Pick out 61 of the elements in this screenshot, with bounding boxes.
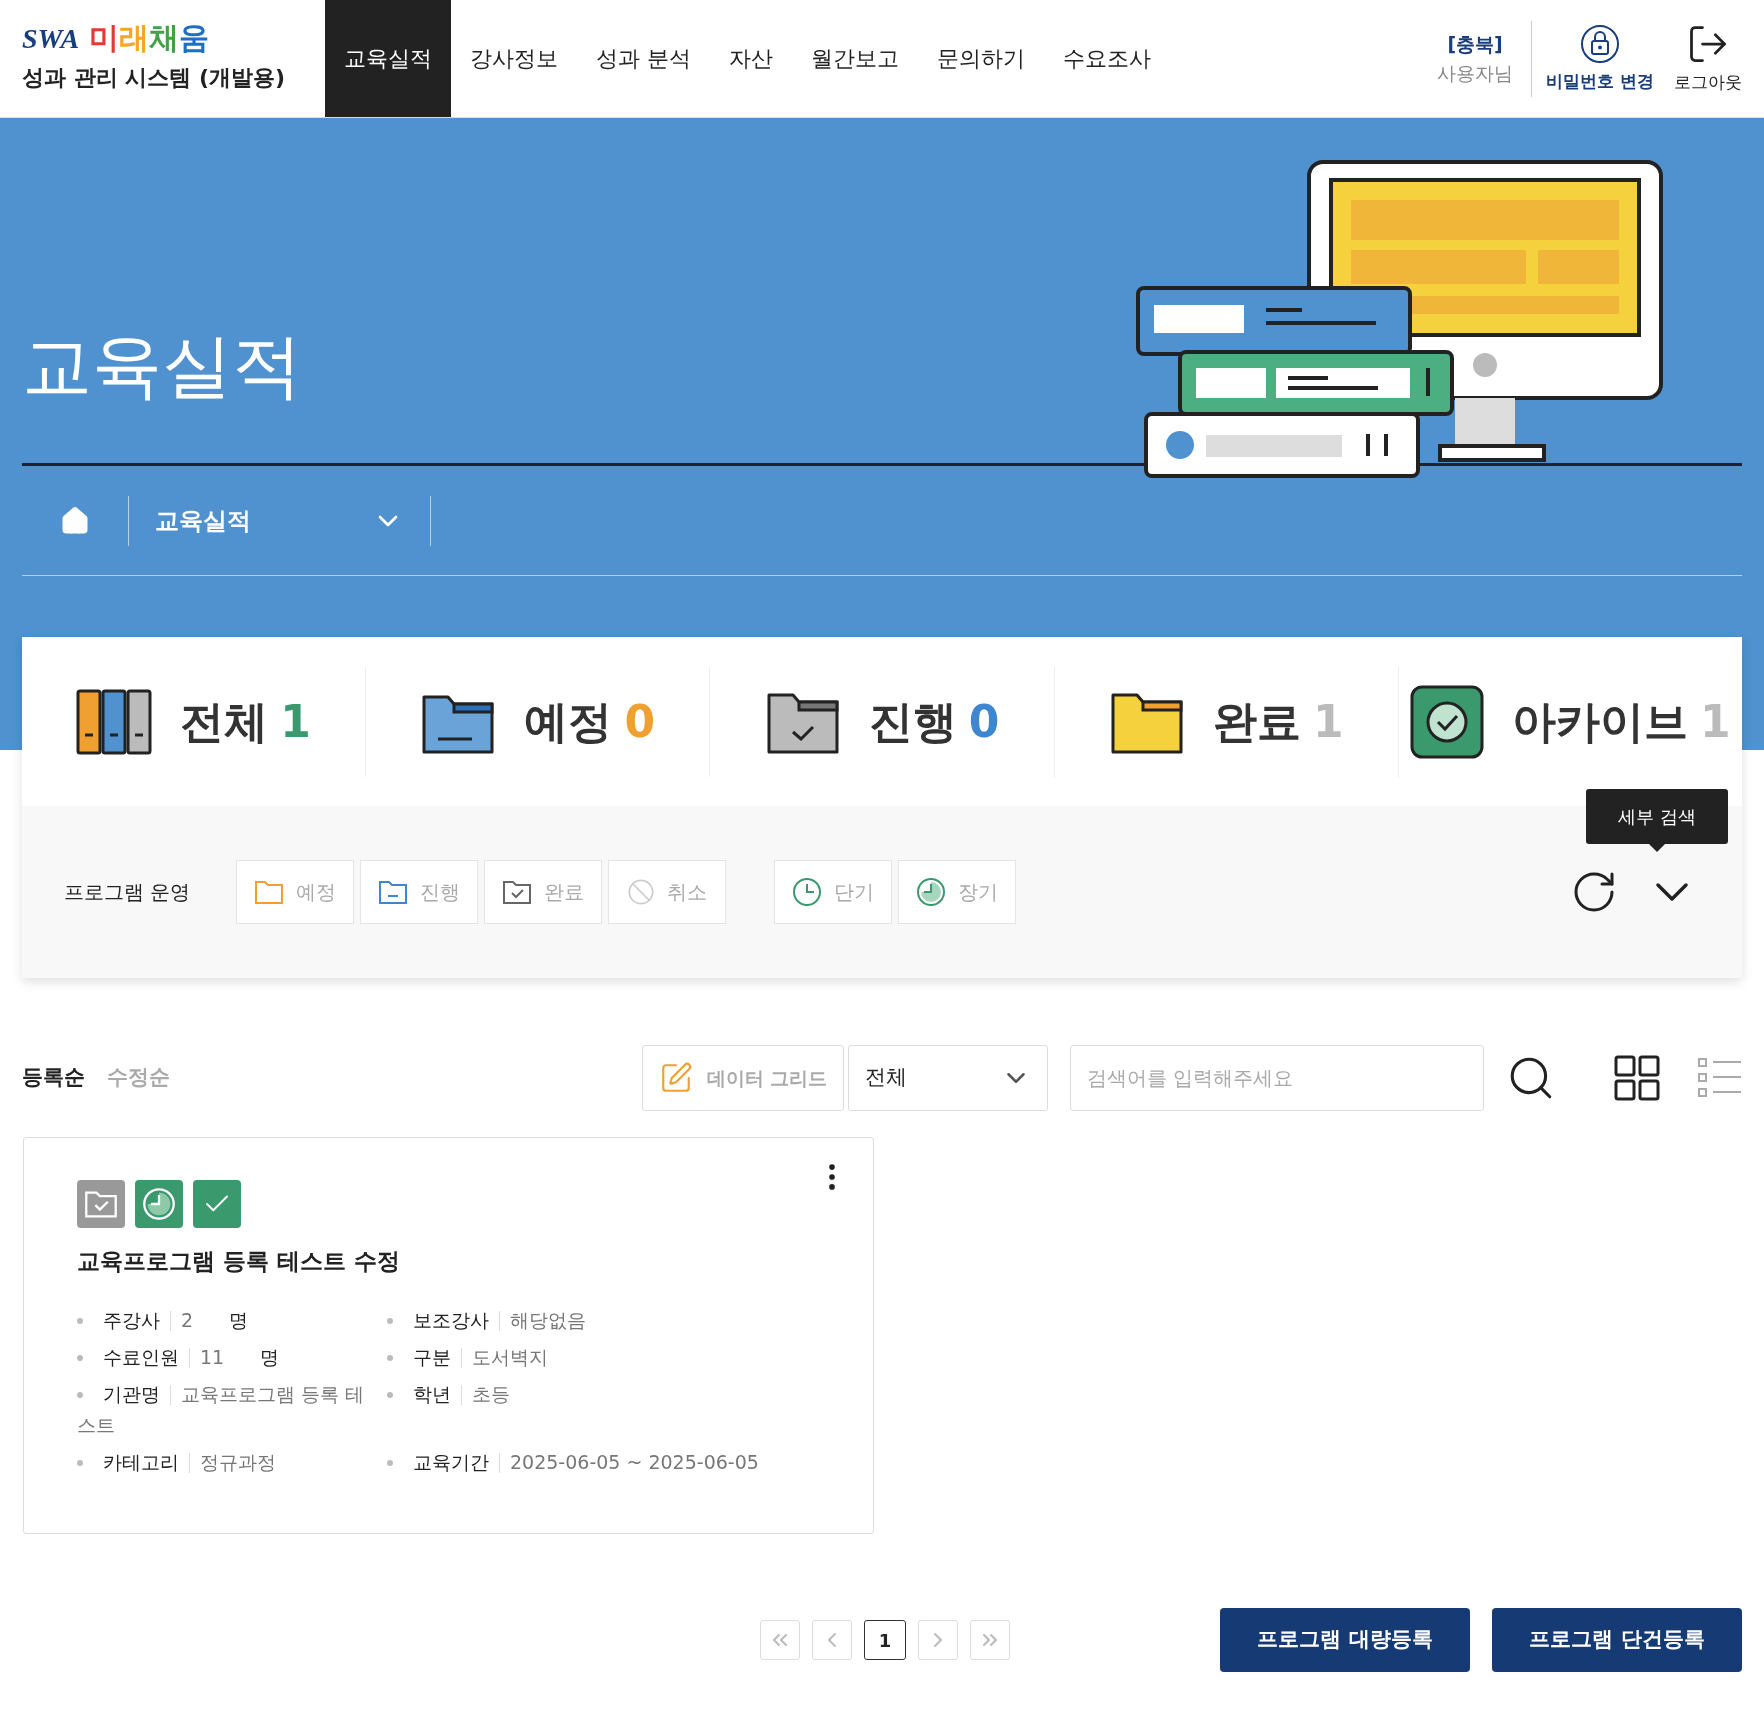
info-item: 보조강사 해당없음 [387,1304,817,1336]
nav-tab[interactable]: 강사정보 [451,0,577,117]
folder-check-badge [77,1180,125,1228]
stat-label: 완료 [1212,694,1301,749]
stat-label: 예정 [524,694,613,749]
folder-check-icon [502,879,532,905]
nav-tab[interactable]: 문의하기 [918,0,1044,117]
nav-tab[interactable]: 성과 분석 [577,0,710,117]
search-field[interactable]: 검색어를 입력해주세요 [1070,1045,1484,1111]
info-item: 학년 초등 [387,1378,817,1410]
clock-icon [916,877,946,907]
page-title: 교육실적 [22,331,302,401]
user-region: [충북] [1447,32,1503,57]
page-button[interactable]: 1 [864,1620,906,1660]
clock-icon [792,877,822,907]
folder-icon [254,879,284,905]
logo-name: 미래채움 [89,23,210,53]
info-item: 주강사 2 명 [77,1304,387,1336]
user-name: 사용자님 [1437,60,1514,86]
logo-mark: SWA [22,25,80,53]
stat-count: 1 [280,694,311,749]
sort-tab[interactable]: 등록순 [22,1062,85,1094]
nav-tab[interactable]: 수요조사 [1044,0,1170,117]
system-name: 성과 관리 시스템 (개발용) [22,64,287,92]
next-page-button[interactable] [918,1620,958,1660]
info-item: 기관명 교육프로그램 등록 테스트 [77,1381,366,1438]
stat-count: 0 [968,694,1000,749]
stat-count: 1 [1700,694,1731,749]
program-card[interactable]: 교육프로그램 등록 테스트 수정 주강사 2 명 보조강사 해당없음 수료인원 11 명 구분 도서벽지 기관명 교육프로그램 등록 테스트 학년 초등 카테고리 정규과정 교육기간 2025-06-05 ~ 2025-06-05 [23,1137,874,1534]
info-item: 교육기간 2025-06-05 ~ 2025-06-05 [387,1446,817,1478]
nav-tab[interactable]: 자산 [710,0,792,117]
filter-label: 프로그램 운영 [64,879,192,906]
folder-icon [378,879,408,905]
info-item: 카테고리 정규과정 [77,1446,387,1478]
stat-count: 0 [624,694,656,749]
check-badge [193,1180,241,1228]
stat-label: 전체 [180,694,269,749]
nav-tab[interactable]: 교육실적 [325,0,451,117]
prev-page-button[interactable] [812,1620,852,1660]
stat-count: 1 [1312,694,1344,749]
info-item: 수료인원 11 명 [77,1341,387,1373]
logout-button[interactable]: 로그아웃 [1668,21,1742,96]
check-badge-icon [1410,684,1485,759]
grid-view-icon[interactable] [1614,1055,1660,1101]
card-title: 교육프로그램 등록 테스트 수정 [77,1247,402,1276]
list-view-icon[interactable] [1698,1056,1742,1100]
stat-label: 진행 [868,694,957,749]
first-page-button[interactable] [760,1620,800,1660]
tooltip-pointer [1649,844,1666,852]
category-select[interactable]: 전체 [848,1045,1048,1111]
password-change-button[interactable]: 비밀번호 변경 [1532,22,1668,95]
nav-tab[interactable]: 월간보고 [792,0,918,117]
stat-label: 아카이브 [1512,694,1689,749]
prohibited-icon [627,878,655,906]
info-item: 구분 도서벽지 [387,1341,817,1373]
home-icon[interactable] [60,505,90,536]
register-button[interactable]: 프로그램 단건등록 [1492,1608,1742,1672]
register-button[interactable]: 프로그램 대량등록 [1220,1608,1470,1672]
tooltip: 세부 검색 [1586,789,1728,844]
last-page-button[interactable] [970,1620,1010,1660]
clock-badge [135,1180,183,1228]
